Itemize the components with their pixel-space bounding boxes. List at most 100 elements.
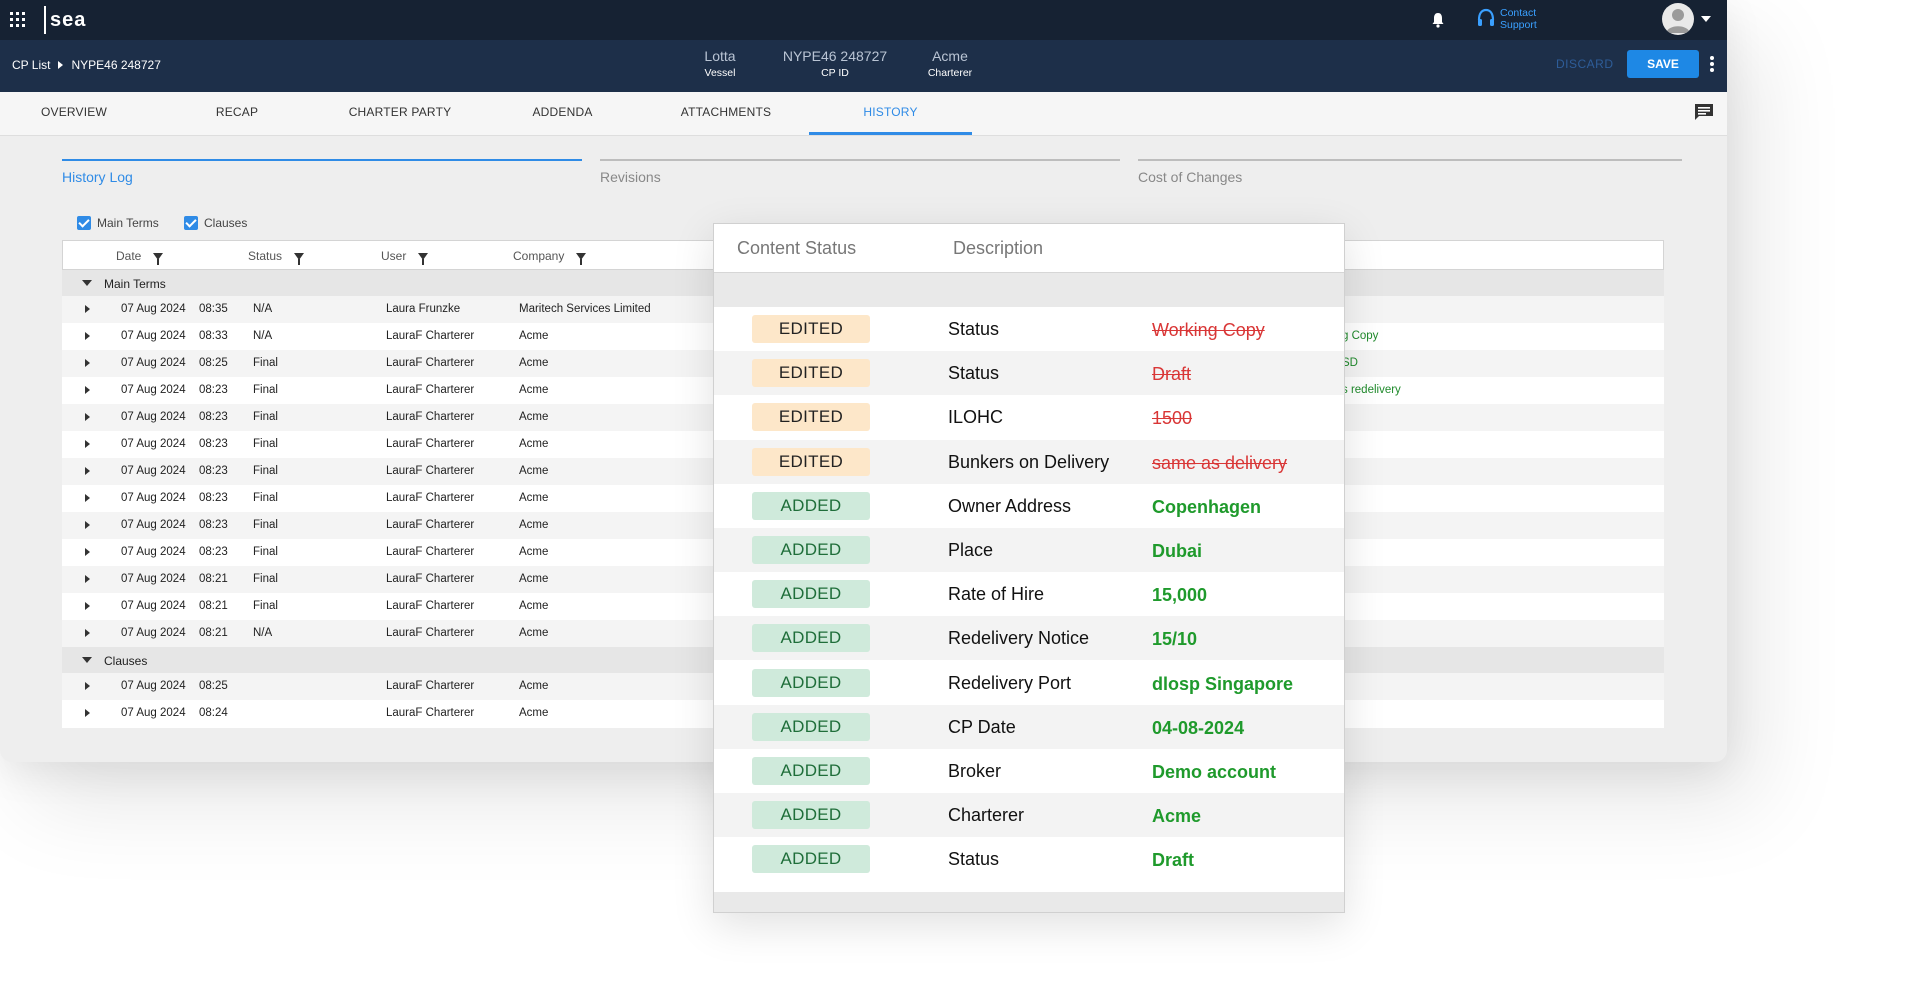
change-row: ADDED Place Dubai [714, 528, 1344, 572]
cell-date: 07 Aug 2024 [121, 707, 186, 719]
cell-time: 08:24 [199, 707, 228, 719]
caret-right-icon[interactable] [85, 494, 90, 502]
tab-recap[interactable]: RECAP [196, 92, 278, 135]
caret-right-icon[interactable] [85, 682, 90, 690]
cell-status: Final [253, 438, 278, 450]
caret-right-icon[interactable] [85, 332, 90, 340]
field-name: ILOHC [948, 407, 1004, 428]
field-value: 15,000 [1152, 585, 1208, 606]
chat-icon[interactable] [1694, 103, 1714, 121]
cell-company: Acme [519, 330, 549, 342]
status-badge: ADDED [752, 624, 870, 653]
bell-icon[interactable] [1431, 12, 1445, 28]
cell-company: Acme [519, 546, 549, 558]
caret-down-icon[interactable] [82, 280, 92, 286]
cell-user: LauraF Charterer [386, 438, 475, 450]
field-value: same as delivery [1152, 452, 1288, 473]
caret-right-icon[interactable] [85, 709, 90, 717]
filter-icon[interactable] [153, 252, 164, 265]
cell-date: 07 Aug 2024 [121, 303, 186, 315]
cell-date: 07 Aug 2024 [121, 330, 186, 342]
field-value: Working Copy [1152, 320, 1265, 340]
caret-down-icon[interactable] [82, 657, 92, 663]
caret-right-icon[interactable] [85, 521, 90, 529]
checkbox-checked-icon[interactable] [184, 216, 198, 230]
cell-user: LauraF Charterer [386, 330, 475, 342]
header-description: Description [953, 238, 1044, 258]
apps-grid-icon[interactable] [10, 12, 25, 27]
logo-text: sea [50, 8, 87, 31]
cell-company: Acme [519, 411, 549, 423]
cell-date: 07 Aug 2024 [121, 438, 186, 450]
filter-clauses[interactable]: Clauses [184, 216, 247, 230]
meta-vessel: Lotta Vessel [690, 48, 750, 79]
contact-support-link[interactable]: Contact Support [1476, 7, 1537, 31]
filter-icon[interactable] [576, 252, 587, 265]
column-date[interactable]: Date [116, 249, 164, 265]
caret-right-icon[interactable] [85, 359, 90, 367]
tab-attachments[interactable]: ATTACHMENTS [668, 92, 784, 135]
column-status[interactable]: Status [248, 249, 305, 265]
breadcrumb-cp-list[interactable]: CP List [12, 58, 50, 72]
subtab-history-log[interactable]: History Log [62, 159, 582, 197]
cell-company: Acme [519, 707, 549, 719]
cell-time: 08:23 [199, 492, 228, 504]
checkbox-checked-icon[interactable] [77, 216, 91, 230]
caret-right-icon[interactable] [85, 386, 90, 394]
column-company[interactable]: Company [513, 249, 587, 265]
tab-charter-party[interactable]: CHARTER PARTY [340, 92, 460, 135]
filter-label: Main Terms [97, 216, 159, 230]
cell-user: LauraF Charterer [386, 573, 475, 585]
tab-addenda[interactable]: ADDENDA [520, 92, 605, 135]
popup-footer [714, 892, 1344, 912]
field-value: Draft [1152, 850, 1195, 871]
status-badge: ADDED [752, 668, 870, 697]
cell-date: 07 Aug 2024 [121, 411, 186, 423]
cell-time: 08:23 [199, 411, 228, 423]
cell-company: Maritech Services Limited [519, 303, 651, 315]
subtab-revisions[interactable]: Revisions [600, 159, 1120, 197]
filter-icon[interactable] [294, 252, 305, 265]
caret-right-icon[interactable] [85, 602, 90, 610]
avatar[interactable] [1662, 3, 1694, 35]
chevron-down-icon[interactable] [1701, 16, 1711, 22]
caret-right-icon[interactable] [85, 467, 90, 475]
more-vert-icon[interactable] [1710, 56, 1714, 74]
filter-icon[interactable] [418, 252, 429, 265]
caret-right-icon[interactable] [85, 413, 90, 421]
cell-status: Final [253, 384, 278, 396]
tab-history[interactable]: HISTORY [809, 92, 972, 135]
subtab-cost-of-changes[interactable]: Cost of Changes [1138, 159, 1682, 197]
field-name: Status [948, 363, 1000, 384]
logo[interactable]: sea [44, 5, 86, 35]
field-name: Redelivery Port [948, 672, 1072, 693]
tab-overview[interactable]: OVERVIEW [28, 92, 120, 135]
cell-company: Acme [519, 600, 549, 612]
meta-label: Vessel [704, 67, 736, 79]
changes-popup: Content Status Description EDITED Status W… [713, 223, 1345, 913]
cell-user: LauraF Charterer [386, 384, 475, 396]
cell-date: 07 Aug 2024 [121, 546, 186, 558]
cell-time: 08:35 [199, 303, 228, 315]
caret-right-icon[interactable] [85, 305, 90, 313]
cell-time: 08:33 [199, 330, 228, 342]
chevron-right-icon [58, 61, 64, 69]
caret-right-icon[interactable] [85, 440, 90, 448]
change-row: ADDED Redelivery Notice 15/10 [714, 616, 1344, 661]
cell-user: Laura Frunzke [386, 303, 461, 315]
cell-status: Final [253, 465, 278, 477]
cell-user: LauraF Charterer [386, 465, 475, 477]
discard-button[interactable]: DISCARD [1556, 57, 1614, 71]
change-row: EDITED Status Working Copy [714, 307, 1344, 351]
cell-status: N/A [253, 330, 273, 342]
cell-user: LauraF Charterer [386, 707, 475, 719]
filter-main-terms[interactable]: Main Terms [77, 216, 159, 230]
caret-right-icon[interactable] [85, 548, 90, 556]
column-user[interactable]: User [381, 249, 429, 265]
popup-spacer [714, 273, 1344, 307]
caret-right-icon[interactable] [85, 629, 90, 637]
cell-status: Final [253, 411, 278, 423]
cp-header: CP List NYPE46 248727 Lotta Vessel NYPE4… [0, 40, 1727, 92]
save-button[interactable]: SAVE [1627, 50, 1699, 78]
caret-right-icon[interactable] [85, 575, 90, 583]
